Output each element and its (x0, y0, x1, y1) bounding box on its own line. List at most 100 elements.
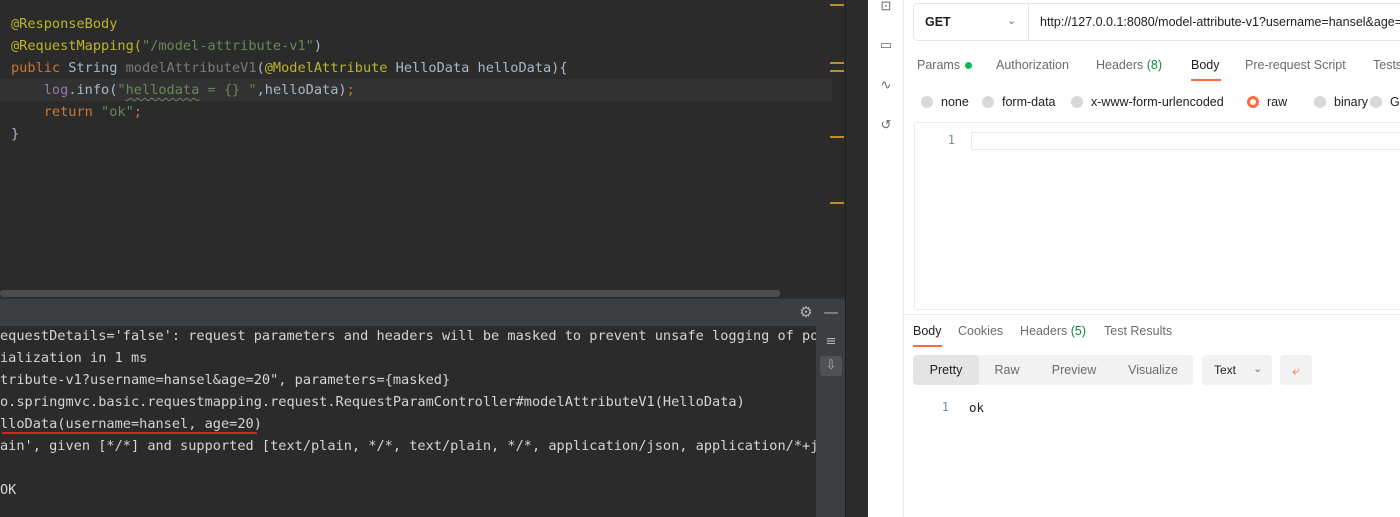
code-token: String (68, 60, 126, 76)
response-body-text: ok (969, 400, 985, 415)
console-line: equestDetails='false': request parameter… (0, 328, 816, 344)
code-token: @RequestMapping( (11, 38, 142, 54)
code-token: public (11, 60, 69, 76)
chevron-down-icon: ⌄ (1007, 15, 1017, 27)
code-token: ; (133, 104, 142, 120)
monitor-icon[interactable]: ∿ (877, 76, 895, 94)
tab-tests[interactable]: Tests (1373, 58, 1400, 72)
console-line: tribute-v1?username=hansel&age=20", para… (0, 372, 451, 388)
postman-sidebar: ⊡ ▭ ∿ ↺ (868, 0, 904, 517)
gear-icon[interactable]: ⚙ (797, 303, 815, 321)
highlight-underline (2, 432, 257, 434)
environment-icon[interactable]: ▭ (877, 36, 895, 54)
minimize-icon[interactable]: — (823, 303, 839, 321)
response-tab-test-results[interactable]: Test Results (1104, 324, 1172, 338)
soft-wrap-icon[interactable]: ≡ (820, 332, 842, 352)
tab-label: Pre-request Script (1245, 58, 1346, 72)
tab-label: Params (917, 58, 961, 72)
console-header: ⚙ — (0, 298, 845, 326)
tab-pre-request-script[interactable]: Pre-request Script (1245, 58, 1346, 72)
code-token: " (117, 82, 126, 98)
tab-label: Test Results (1104, 324, 1173, 338)
code-line-1[interactable]: @ResponseBody (11, 13, 117, 35)
tab-label: Tests (1373, 58, 1400, 72)
code-token: return (43, 104, 102, 120)
tab-label: Body (913, 324, 942, 338)
radio-label: raw (1267, 95, 1288, 109)
language-label: Text (1214, 363, 1237, 377)
code-token: @ModelAttribute (264, 60, 388, 76)
line-number: 1 (941, 400, 949, 414)
code-line-4[interactable]: log.info("hellodata = {} ",helloData); (11, 79, 355, 101)
radio-button[interactable] (1370, 96, 1382, 108)
code-line-5[interactable]: return "ok"; (11, 101, 142, 123)
postman-window: ⊡ ▭ ∿ ↺ GET ⌄ http://127.0.0.1:8080/mode… (868, 0, 1400, 517)
code-token: = {} " (199, 82, 257, 98)
params-indicator-dot (965, 62, 973, 70)
history-icon[interactable]: ↺ (877, 116, 895, 134)
tab-count: (8) (1146, 58, 1163, 72)
radio-button[interactable] (982, 96, 994, 108)
radio-label: GraphQL (1390, 95, 1400, 109)
radio-label: x-www-form-urlencoded (1091, 95, 1224, 109)
tab-body[interactable]: Body (1191, 58, 1220, 72)
run-console: ⚙ — equestDetails='false': request param… (0, 298, 845, 517)
code-token: ,helloData) (256, 82, 347, 98)
radio-button[interactable] (1314, 96, 1326, 108)
code-token: log (43, 82, 69, 98)
tab-headers[interactable]: Headers (8) (1096, 58, 1162, 72)
radio-button[interactable] (921, 96, 933, 108)
response-tab-headers[interactable]: Headers (5) (1020, 324, 1086, 338)
radio-label: binary (1334, 95, 1369, 109)
url-input[interactable]: http://127.0.0.1:8080/model-attribute-v1… (1028, 3, 1400, 41)
response-tab-body[interactable]: Body (913, 324, 942, 338)
code-line-2[interactable]: @RequestMapping("/model-attribute-v1") (11, 35, 322, 57)
console-toolbar: ≡ ⇩ (816, 326, 845, 517)
method-select[interactable]: GET ⌄ (913, 3, 1028, 41)
editor-vertical-scrollbar[interactable] (834, 0, 845, 298)
code-editor[interactable]: @ResponseBody @RequestMapping("/model-at… (0, 0, 845, 298)
code-token: HelloData helloData){ (387, 60, 568, 76)
format-raw-button[interactable]: Raw (979, 355, 1035, 385)
response-divider[interactable] (904, 314, 1400, 315)
warning-marker[interactable] (830, 136, 844, 138)
radio-button-selected[interactable] (1247, 96, 1259, 108)
active-tab-indicator (1191, 79, 1221, 81)
warning-marker[interactable] (830, 62, 844, 64)
code-token: "/model-attribute-v1" (141, 38, 314, 54)
code-token: "ok" (101, 104, 134, 120)
code-line-6[interactable]: } (11, 123, 19, 145)
method-label: GET (925, 15, 951, 29)
editor-horizontal-scrollbar[interactable] (0, 290, 780, 297)
tab-label: Authorization (996, 58, 1069, 72)
code-token: .info( (68, 82, 118, 98)
tab-params[interactable]: Params (917, 58, 973, 72)
tab-authorization[interactable]: Authorization (996, 58, 1069, 72)
url-text: http://127.0.0.1:8080/model-attribute-v1… (1040, 15, 1400, 29)
language-select[interactable]: Text ⌄ (1202, 355, 1272, 385)
tab-label: Headers (1020, 324, 1071, 338)
console-line: ain', given [*/*] and supported [text/pl… (0, 438, 816, 454)
new-collection-icon[interactable]: ⊡ (877, 0, 895, 15)
editor-cursor-line[interactable] (971, 132, 1400, 150)
response-tab-cookies[interactable]: Cookies (958, 324, 1003, 338)
line-number: 1 (947, 133, 955, 147)
format-toggle-group: Pretty Raw Preview Visualize (913, 355, 1193, 385)
tab-label: Cookies (958, 324, 1004, 338)
radio-button[interactable] (1071, 96, 1083, 108)
panel-divider[interactable] (845, 0, 868, 517)
format-pretty-button[interactable]: Pretty (913, 355, 979, 385)
code-line-3[interactable]: public String modelAttributeV1(@ModelAtt… (11, 57, 568, 79)
format-visualize-button[interactable]: Visualize (1113, 355, 1193, 385)
format-preview-button[interactable]: Preview (1035, 355, 1113, 385)
code-token: ( (256, 60, 265, 76)
radio-label: form-data (1002, 95, 1056, 109)
warning-marker[interactable] (830, 70, 844, 72)
warning-marker[interactable] (830, 4, 844, 6)
request-body-editor[interactable]: 1 (914, 122, 1400, 310)
scroll-to-end-icon[interactable]: ⇩ (820, 356, 842, 376)
warning-marker[interactable] (830, 202, 844, 204)
wrap-lines-icon[interactable]: ⤶ (1280, 355, 1312, 385)
